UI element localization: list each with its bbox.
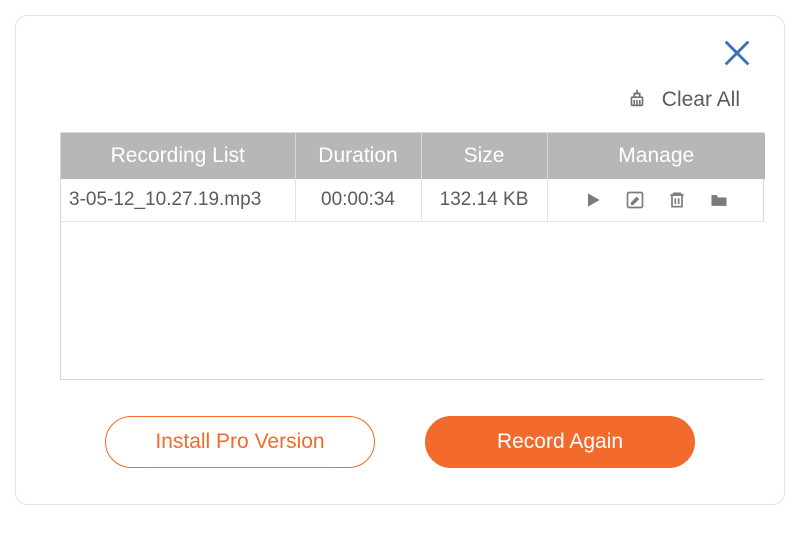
close-button[interactable] (720, 36, 754, 70)
folder-icon[interactable] (709, 190, 729, 210)
dialog-button-row: Install Pro Version Record Again (16, 416, 784, 468)
record-again-button[interactable]: Record Again (425, 416, 695, 468)
clear-all-button[interactable]: Clear All (626, 88, 740, 112)
play-icon[interactable] (583, 190, 603, 210)
brush-icon (626, 88, 648, 112)
trash-icon[interactable] (667, 190, 687, 210)
recording-history-dialog: Clear All Recording List Duration Size M… (15, 15, 785, 505)
table-header-row: Recording List Duration Size Manage (61, 133, 765, 179)
cell-duration: 00:00:34 (295, 179, 421, 221)
header-manage: Manage (547, 133, 765, 179)
close-icon (720, 36, 754, 70)
cell-manage (547, 179, 765, 221)
edit-icon[interactable] (625, 190, 645, 210)
install-pro-label: Install Pro Version (155, 430, 324, 454)
clear-all-label: Clear All (662, 88, 740, 112)
recording-table: Recording List Duration Size Manage 3-05… (60, 132, 764, 380)
cell-filename: 3-05-12_10.27.19.mp3 (61, 179, 295, 221)
install-pro-button[interactable]: Install Pro Version (105, 416, 375, 468)
header-recording-list: Recording List (61, 133, 295, 179)
header-size: Size (421, 133, 547, 179)
header-duration: Duration (295, 133, 421, 179)
cell-size: 132.14 KB (421, 179, 547, 221)
table-row[interactable]: 3-05-12_10.27.19.mp3 00:00:34 132.14 KB (61, 179, 765, 221)
record-again-label: Record Again (497, 430, 623, 454)
